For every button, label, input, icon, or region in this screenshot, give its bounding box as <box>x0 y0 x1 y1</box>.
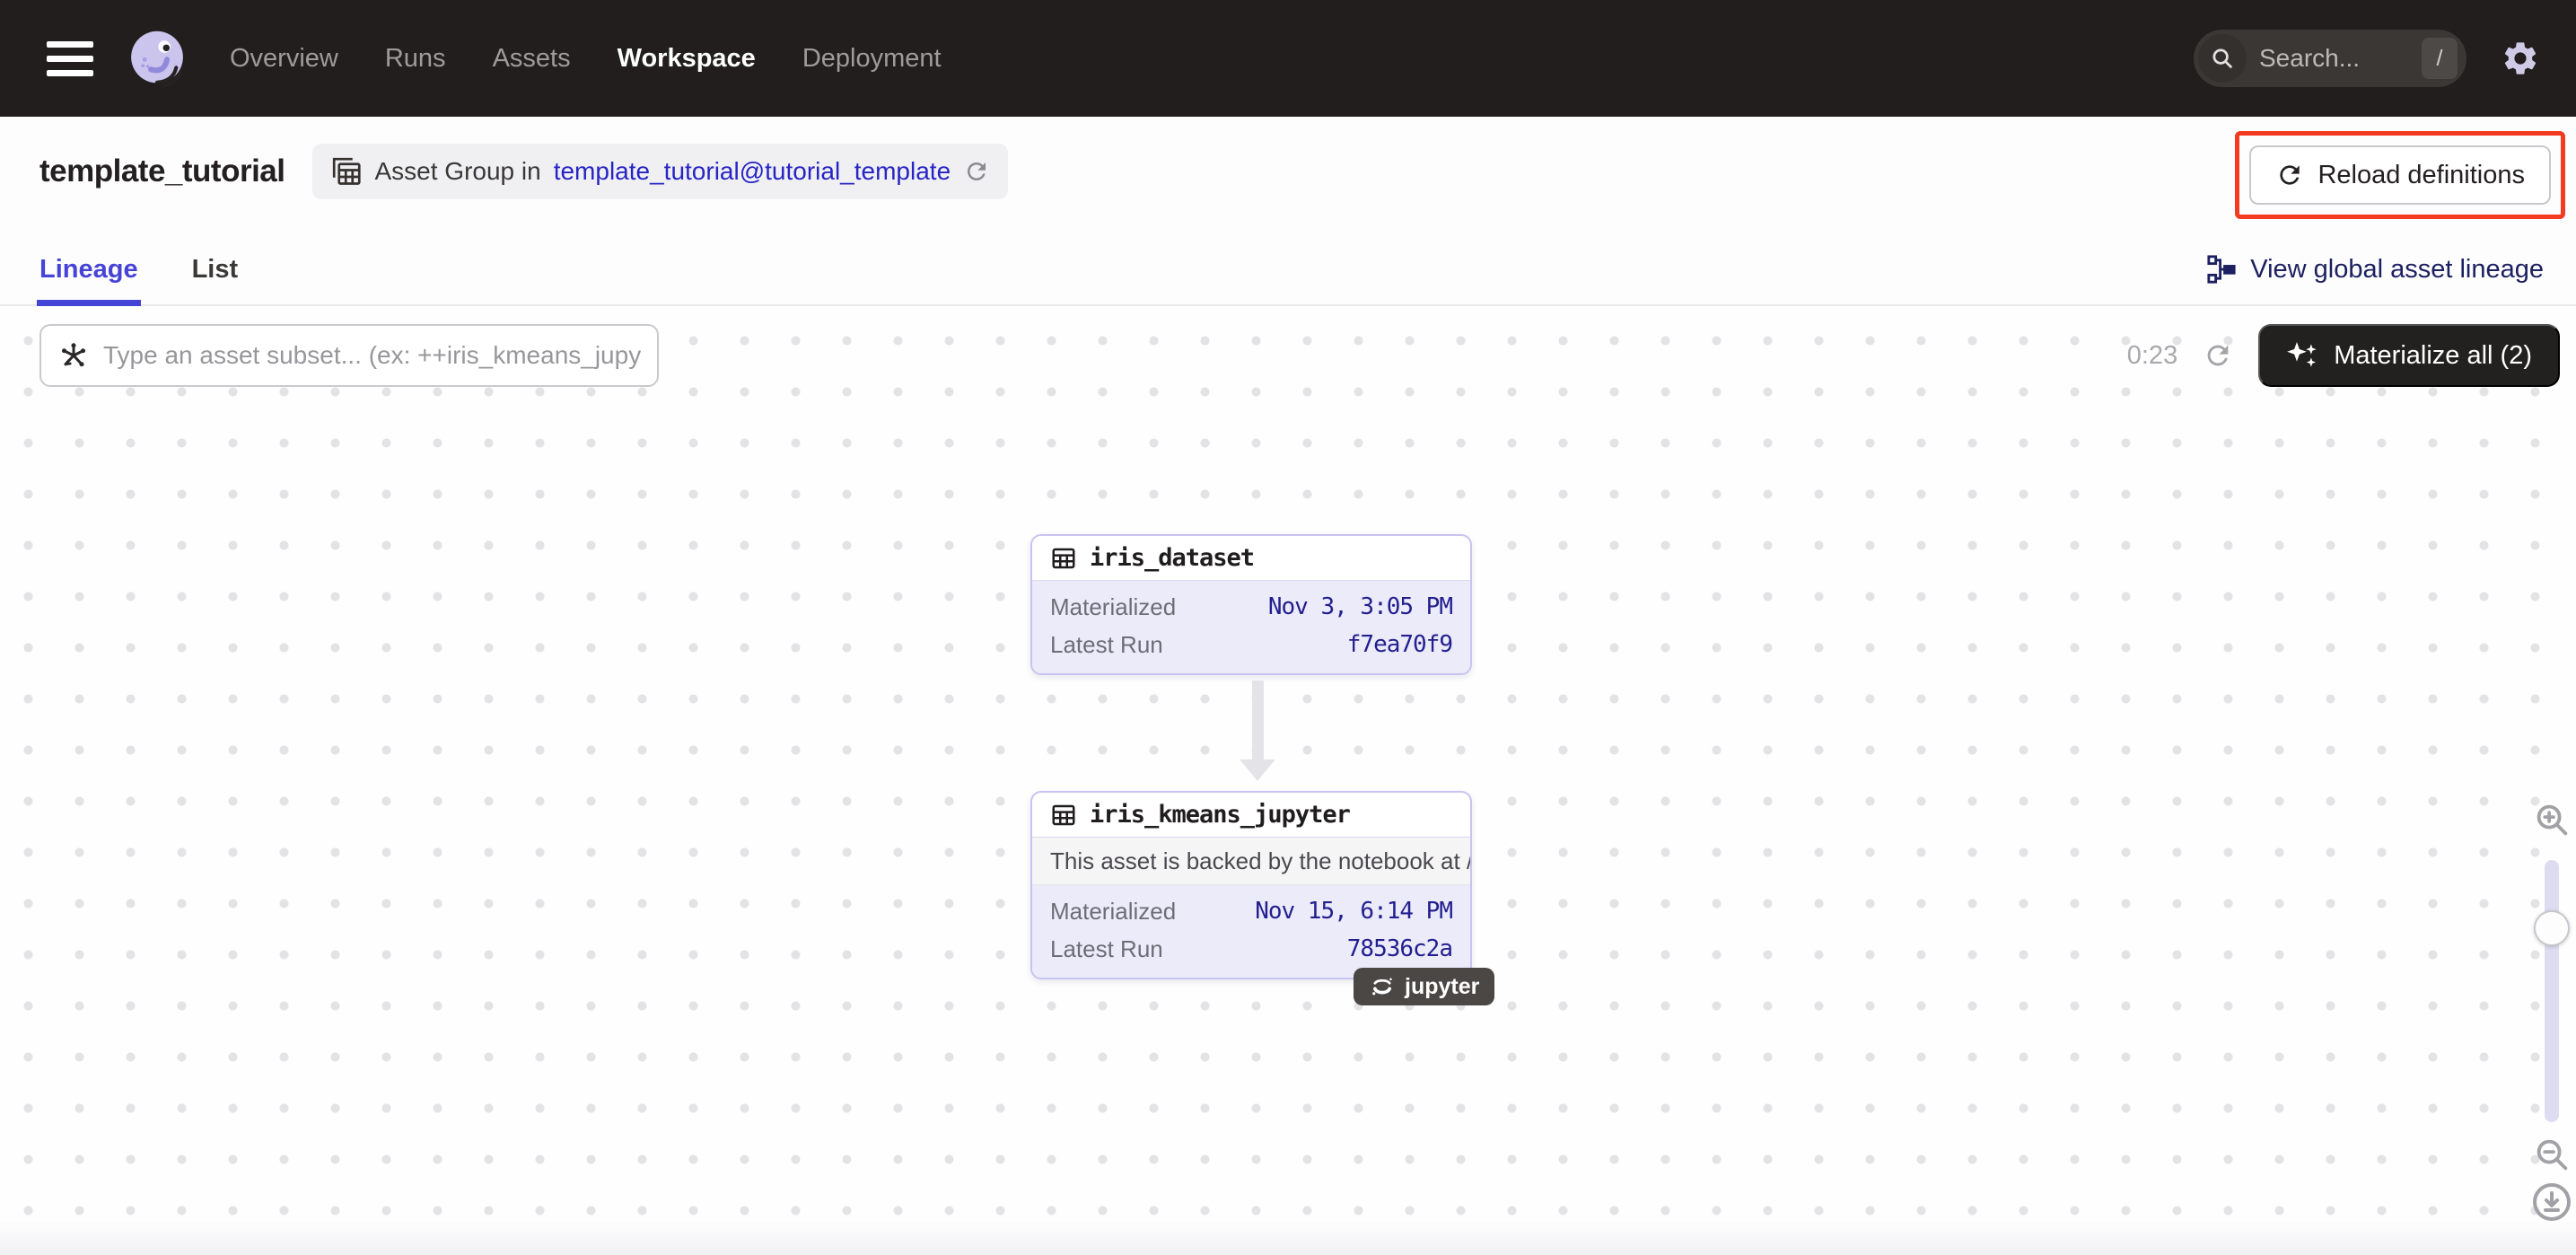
hamburger-menu-icon[interactable] <box>47 41 93 76</box>
materialized-row: Materialized Nov 15, 6:14 PM <box>1050 892 1452 930</box>
jupyter-icon <box>1369 973 1396 1000</box>
table-icon <box>1050 802 1077 829</box>
zoom-slider-handle[interactable] <box>2534 910 2570 946</box>
lineage-edge-arrow <box>1240 680 1275 781</box>
lineage-canvas[interactable]: 0:23 Materialize all (2) <box>0 306 2576 1255</box>
table-icon <box>1050 545 1077 572</box>
nav-item-overview[interactable]: Overview <box>230 44 338 74</box>
asset-group-location-link[interactable]: template_tutorial@tutorial_template <box>554 157 951 186</box>
asset-description: This asset is backed by the notebook at … <box>1032 838 1470 885</box>
refresh-timer: 0:23 <box>2127 341 2177 371</box>
latest-run-row: Latest Run 78536c2a <box>1050 930 1452 968</box>
asset-subset-input-box[interactable] <box>39 324 659 387</box>
dagster-app: Overview Runs Assets Workspace Deploymen… <box>0 0 2576 1255</box>
graph-toolbar: 0:23 Materialize all (2) <box>39 324 2560 387</box>
nav-item-runs[interactable]: Runs <box>385 44 446 74</box>
settings-gear-icon[interactable] <box>2501 39 2540 78</box>
zoom-in-icon[interactable] <box>2531 799 2572 840</box>
view-global-asset-lineage-link[interactable]: View global asset lineage <box>2206 254 2544 285</box>
asset-node-iris-dataset[interactable]: iris_dataset Materialized Nov 3, 3:05 PM… <box>1030 534 1472 675</box>
search-shortcut-badge: / <box>2422 38 2458 79</box>
asset-node-iris-kmeans-jupyter[interactable]: iris_kmeans_jupyter This asset is backed… <box>1030 791 1472 979</box>
search-input[interactable]: Search... / <box>2194 30 2466 87</box>
asset-group-icon <box>330 155 363 188</box>
jupyter-tag[interactable]: jupyter <box>1354 968 1494 1005</box>
page-header: template_tutorial Asset Group in templat… <box>0 117 2576 306</box>
nav-item-assets[interactable]: Assets <box>493 44 571 74</box>
graph-refresh-icon[interactable] <box>2203 340 2233 371</box>
download-graph-icon[interactable] <box>2530 1180 2573 1224</box>
badge-refresh-icon[interactable] <box>963 158 990 185</box>
sparkle-icon <box>2286 339 2318 372</box>
search-placeholder: Search... <box>2259 44 2422 73</box>
nav-links: Overview Runs Assets Workspace Deploymen… <box>230 44 942 74</box>
lineage-graph-icon <box>2206 254 2237 285</box>
reload-definitions-button[interactable]: Reload definitions <box>2249 145 2551 205</box>
asset-group-label: Asset Group in <box>375 157 541 186</box>
page-title: template_tutorial <box>39 154 285 189</box>
asset-name: iris_kmeans_jupyter <box>1090 801 1350 829</box>
annotation-highlight-box: Reload definitions <box>2235 131 2565 219</box>
nav-item-deployment[interactable]: Deployment <box>802 44 942 74</box>
asset-group-badge: Asset Group in template_tutorial@tutoria… <box>312 144 1009 199</box>
asset-graph-icon <box>57 339 90 372</box>
top-nav: Overview Runs Assets Workspace Deploymen… <box>0 0 2576 117</box>
zoom-out-icon[interactable] <box>2531 1134 2572 1175</box>
dagster-logo-icon[interactable] <box>127 29 187 88</box>
run-id-link[interactable]: f7ea70f9 <box>1347 626 1452 663</box>
nav-item-workspace[interactable]: Workspace <box>618 44 756 74</box>
search-icon <box>2198 34 2247 83</box>
latest-run-row: Latest Run f7ea70f9 <box>1050 626 1452 663</box>
zoom-slider[interactable] <box>2545 860 2559 1122</box>
asset-subset-input[interactable] <box>103 341 641 370</box>
tab-lineage[interactable]: Lineage <box>39 234 138 304</box>
run-id-link[interactable]: 78536c2a <box>1347 930 1452 968</box>
materialized-timestamp: Nov 15, 6:14 PM <box>1255 892 1452 930</box>
asset-name: iris_dataset <box>1090 544 1254 572</box>
materialize-all-button[interactable]: Materialize all (2) <box>2258 324 2560 387</box>
materialized-timestamp: Nov 3, 3:05 PM <box>1268 588 1452 626</box>
tabs-row: Lineage List View global asset lineage <box>0 234 2576 306</box>
materialized-row: Materialized Nov 3, 3:05 PM <box>1050 588 1452 626</box>
bottom-fade <box>0 1219 2576 1255</box>
tab-list[interactable]: List <box>192 234 239 304</box>
